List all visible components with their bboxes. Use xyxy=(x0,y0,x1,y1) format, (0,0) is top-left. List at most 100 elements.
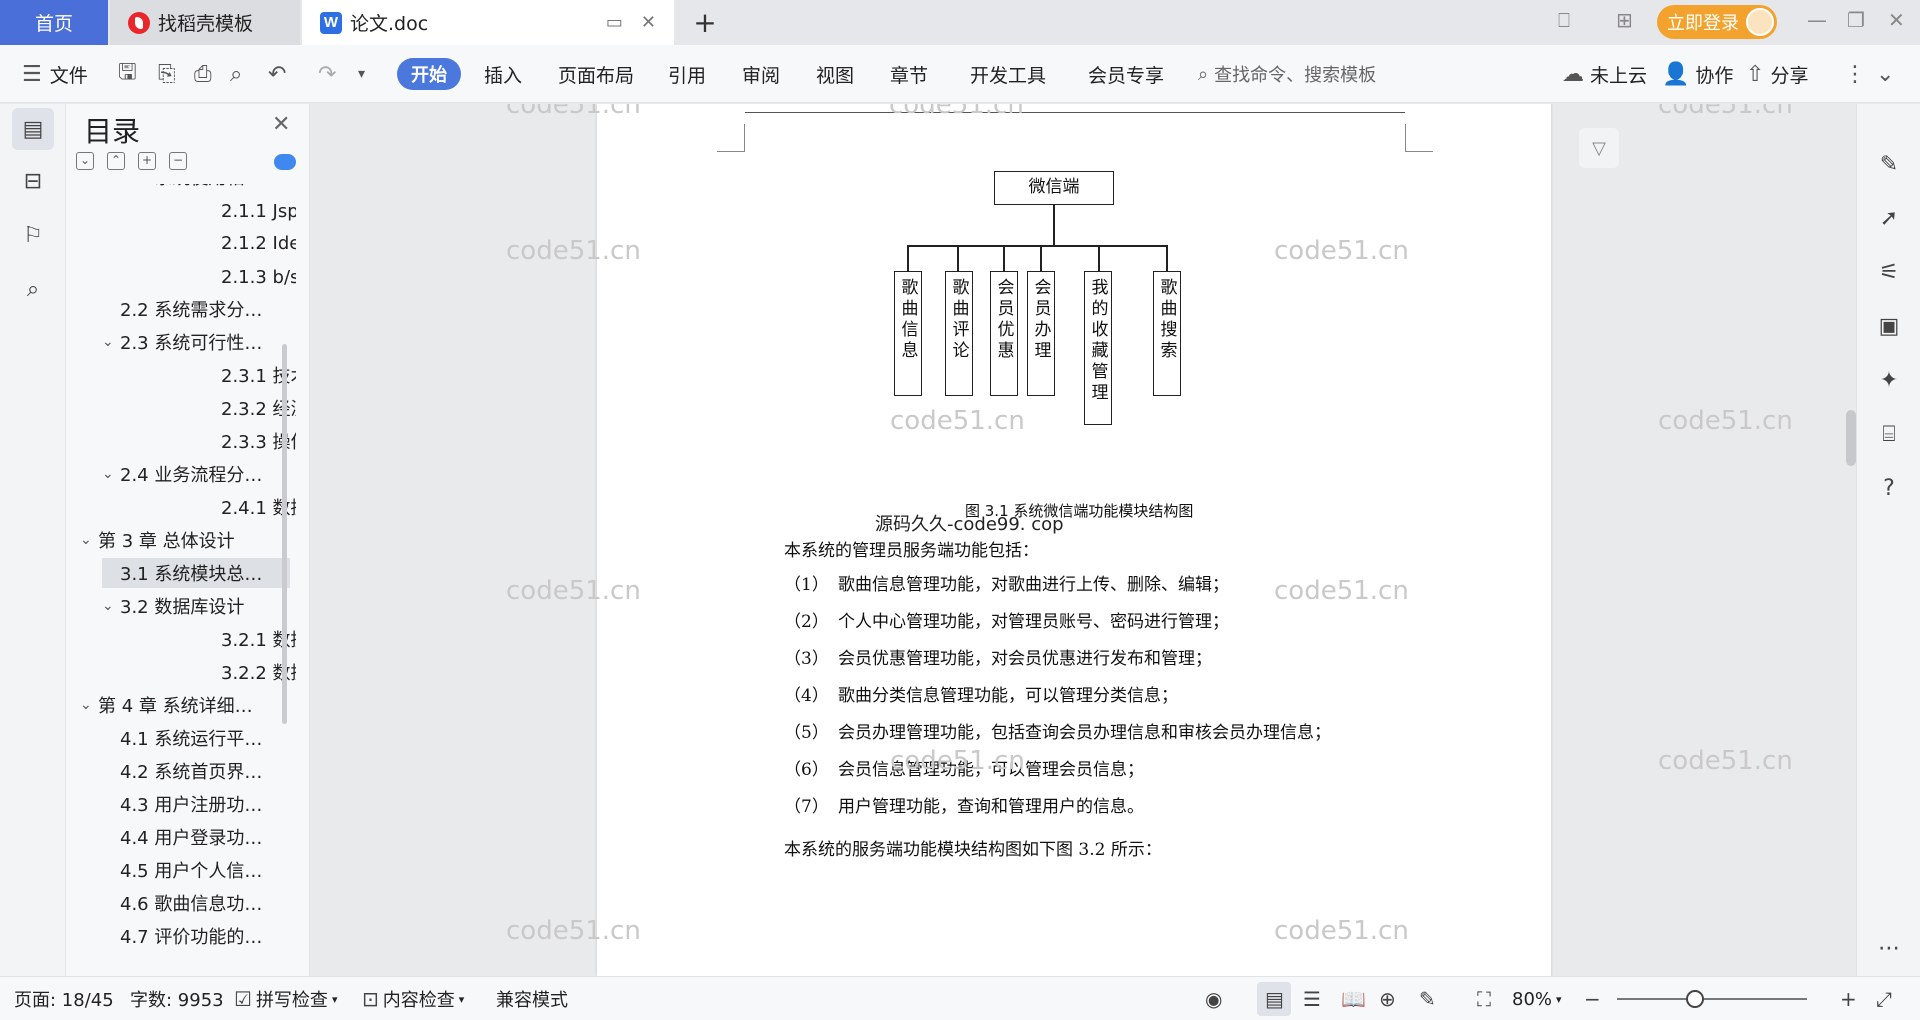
outline-item[interactable]: ⌄2.1 系统使用相… xyxy=(102,184,290,192)
window-mode-icon[interactable]: ▭ xyxy=(606,12,623,33)
tab-start[interactable]: 开始 xyxy=(397,58,461,90)
outline-item[interactable]: 4.6 歌曲信息功… xyxy=(102,888,290,918)
content-check-button[interactable]: ⊡ 内容检查 ▾ xyxy=(362,977,464,1020)
document-page: 微信端 歌曲信息 歌曲评论 会员优惠 会员办理 我的收藏管理 歌曲搜索 图 3.… xyxy=(597,104,1551,976)
command-search[interactable]: ⌕ 查找命令、搜索模板 xyxy=(1198,45,1376,103)
outline-item[interactable]: ⌄ 第 4 章 系统详细… xyxy=(80,690,290,720)
diagram-branch-5 xyxy=(1098,245,1100,271)
outline-item[interactable]: ⌄ 第 3 章 总体设计 xyxy=(80,525,290,555)
print-icon[interactable]: ⎙ xyxy=(194,45,212,103)
chevron-down-icon[interactable]: ⌄ xyxy=(80,697,98,713)
page-indicator[interactable]: 页面: 18/45 xyxy=(14,977,114,1020)
file-menu[interactable]: ☰ 文件 xyxy=(22,45,88,103)
fit-page-icon[interactable]: ⛶ xyxy=(1477,977,1491,1020)
outline-scrollbar[interactable] xyxy=(282,344,287,724)
zoom-slider-handle[interactable] xyxy=(1686,990,1704,1008)
outline-item[interactable]: ⌄ 2.3 系统可行性… xyxy=(102,327,290,357)
zoom-level[interactable]: 80% ▾ xyxy=(1512,977,1562,1020)
reading-view-icon[interactable]: 📖 xyxy=(1341,977,1366,1020)
outline-item[interactable]: 2.1.2 Idea … xyxy=(221,228,296,258)
document-scrollbar[interactable] xyxy=(1843,104,1856,976)
tab-review[interactable]: 审阅 xyxy=(742,45,780,103)
tab-chapter[interactable]: 章节 xyxy=(890,45,928,103)
tab-view[interactable]: 视图 xyxy=(816,45,854,103)
outline-item[interactable]: 4.2 系统首页界… xyxy=(102,756,290,786)
fullscreen-icon[interactable]: ⤢ xyxy=(1876,977,1892,1020)
grid-apps-icon[interactable]: ⊞ xyxy=(1616,8,1633,32)
tab-page-layout[interactable]: 页面布局 xyxy=(558,45,634,103)
chevron-down-icon[interactable]: ⌄ xyxy=(102,466,120,482)
chevron-down-icon[interactable]: ⌄ xyxy=(102,598,120,614)
close-window-icon[interactable]: ✕ xyxy=(1888,8,1905,32)
outline-item[interactable]: 4.3 用户注册功… xyxy=(102,789,290,819)
close-panel-icon[interactable]: ✕ xyxy=(272,112,290,137)
undo-icon[interactable]: ↶ xyxy=(268,45,286,103)
chevron-down-icon[interactable]: ⌄ xyxy=(80,532,98,548)
outline-item[interactable]: 4.4 用户登录功… xyxy=(102,822,290,852)
help-icon[interactable]: ? xyxy=(1875,474,1903,502)
ai-tool-icon[interactable]: ✦ xyxy=(1875,366,1903,394)
collapse-ribbon-icon[interactable]: ⌄ xyxy=(1876,45,1894,103)
zoom-slider-track[interactable] xyxy=(1617,998,1807,1000)
tab-home[interactable]: 首页 xyxy=(0,0,108,45)
restore-icon[interactable]: ❐ xyxy=(1847,8,1865,32)
tab-developer[interactable]: 开发工具 xyxy=(970,45,1046,103)
add-heading-icon[interactable]: + xyxy=(138,152,156,170)
new-tab-button[interactable]: + xyxy=(690,0,720,45)
find-icon[interactable]: ⌕ xyxy=(12,268,54,310)
collaborate-button[interactable]: 👤 协作 xyxy=(1662,45,1733,103)
outline-item[interactable]: 4.7 评价功能的… xyxy=(102,921,290,951)
zoom-in-icon[interactable]: + xyxy=(1840,977,1857,1020)
web-view-icon[interactable]: ⊕ xyxy=(1379,977,1396,1020)
redo-icon[interactable]: ↷ xyxy=(318,45,336,103)
outline-item[interactable]: 3.1 系统模块总… xyxy=(102,558,290,588)
eye-protection-icon[interactable]: ◉ xyxy=(1205,977,1222,1020)
outline-item[interactable]: 2.1.3 b/s 架… xyxy=(221,261,296,291)
collapse-all-icon[interactable]: ⌃ xyxy=(107,152,125,170)
chevron-down-icon[interactable]: ⌄ xyxy=(102,334,120,350)
chapter-nav-icon[interactable]: ⊟ xyxy=(12,160,54,202)
pen-edit-icon[interactable]: ✎ xyxy=(1875,150,1903,178)
cloud-status-button[interactable]: ☁ 未上云 xyxy=(1562,45,1647,103)
login-button[interactable]: 立即登录 xyxy=(1657,5,1777,39)
share-button[interactable]: ⇧ 分享 xyxy=(1746,45,1808,103)
book-search-icon[interactable]: ⌸ xyxy=(1875,420,1903,448)
outline-item[interactable]: 4.1 系统运行平… xyxy=(102,723,290,753)
tab-template[interactable]: 找稻壳模板 xyxy=(110,0,300,45)
filter-icon[interactable]: ▽ xyxy=(1579,128,1619,168)
outline-item[interactable]: ⌄ 3.2 数据库设计 xyxy=(102,591,290,621)
tab-member[interactable]: 会员专享 xyxy=(1088,45,1164,103)
remove-heading-icon[interactable]: − xyxy=(169,152,187,170)
outline-toggle[interactable] xyxy=(274,154,296,170)
tab-references[interactable]: 引用 xyxy=(668,45,706,103)
page-view-icon[interactable]: ▤ xyxy=(1265,977,1284,1020)
outline-view-icon[interactable]: ☰ xyxy=(1303,977,1321,1020)
scroll-thumb[interactable] xyxy=(1846,410,1856,466)
export-pdf-icon[interactable]: ⎘ xyxy=(158,45,176,103)
more-options-icon[interactable]: ⋮ xyxy=(1844,45,1866,103)
image-tool-icon[interactable]: ▣ xyxy=(1875,312,1903,340)
outline-item[interactable]: 4.5 用户个人信… xyxy=(102,855,290,885)
outline-item[interactable]: 2.2 系统需求分… xyxy=(102,294,290,324)
zoom-out-icon[interactable]: − xyxy=(1584,977,1601,1020)
reading-layout-icon[interactable]: ⎕ xyxy=(1558,8,1570,32)
word-count[interactable]: 字数: 9953 xyxy=(130,977,224,1020)
more-quick-icon[interactable]: ▾ xyxy=(358,45,365,103)
more-tools-icon[interactable]: ⋯ xyxy=(1875,934,1903,962)
outline-item[interactable]: ⌄ 2.4 业务流程分… xyxy=(102,459,290,489)
chevron-down-icon[interactable]: ⌄ xyxy=(102,184,120,185)
outline-item[interactable]: 2.1.1 Jsp 技… xyxy=(221,195,296,225)
outline-icon[interactable]: ▤ xyxy=(12,108,54,150)
bookmark-icon[interactable]: ⚐ xyxy=(12,214,54,256)
adjust-sliders-icon[interactable]: ⚟ xyxy=(1875,258,1903,286)
write-view-icon[interactable]: ✎ xyxy=(1419,977,1436,1020)
select-pointer-icon[interactable]: ➚ xyxy=(1875,204,1903,232)
save-icon[interactable]: 🖫 xyxy=(118,45,137,103)
print-preview-icon[interactable]: ⌕ xyxy=(230,45,242,103)
tab-document[interactable]: W 论文.doc ▭ ✕ xyxy=(302,0,674,45)
tab-insert[interactable]: 插入 xyxy=(484,45,522,103)
expand-all-icon[interactable]: ⌄ xyxy=(76,152,94,170)
spell-check-button[interactable]: ☑ 拼写检查 ▾ xyxy=(234,977,337,1020)
minimize-icon[interactable]: — xyxy=(1807,8,1827,32)
close-tab-icon[interactable]: ✕ xyxy=(641,12,656,33)
